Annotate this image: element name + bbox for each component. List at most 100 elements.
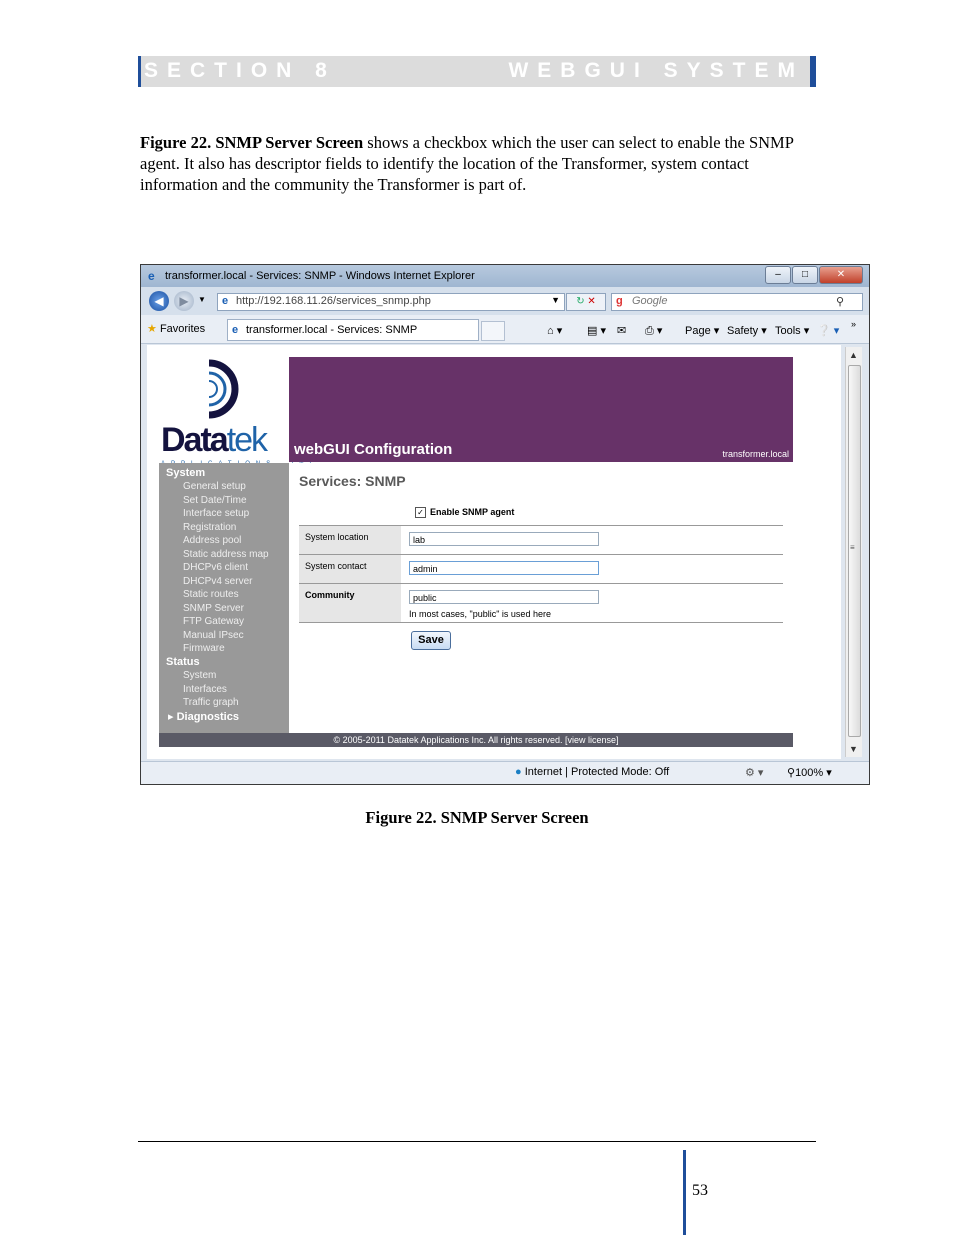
page-icon: e (222, 295, 229, 307)
logo-arc-icon (208, 359, 239, 419)
banner-title: webGUI Configuration (294, 441, 453, 458)
ie-icon: e (148, 269, 155, 283)
scroll-down-icon[interactable]: ▼ (849, 744, 858, 754)
sidebar-item-ftp-gateway[interactable]: FTP Gateway (183, 616, 244, 627)
safety-menu[interactable]: Safety ▾ (727, 324, 767, 337)
zoom-control[interactable]: ⚲100% ▾ (787, 766, 832, 779)
main-content: Services: SNMP ✓ Enable SNMP agent System… (289, 463, 793, 733)
system-location-label: System location (299, 526, 401, 555)
page-menu[interactable]: Page ▾ (685, 324, 719, 337)
search-placeholder: Google (632, 295, 668, 307)
checkbox-checked-icon[interactable]: ✓ (415, 507, 426, 519)
row-system-location: System location lab (299, 525, 783, 555)
sidebar-group-diagnostics[interactable]: ▸ Diagnostics (168, 710, 239, 723)
enable-snmp-checkbox[interactable]: ✓ Enable SNMP agent (415, 507, 515, 519)
search-icon[interactable]: ⚲ (836, 295, 844, 308)
tools-menu-label: Tools (775, 325, 801, 337)
zoom-level: 100% (795, 767, 824, 779)
figure-caption: Figure 22. SNMP Server Screen (365, 808, 589, 827)
address-bar[interactable]: e http://192.168.11.26/services_snmp.php… (217, 293, 565, 311)
header-accent-right (810, 56, 816, 87)
sidebar-item-static-routes[interactable]: Static routes (183, 589, 239, 600)
url-text: http://192.168.11.26/services_snmp.php (236, 295, 431, 307)
new-tab-button[interactable] (481, 321, 505, 341)
sidebar-group-status: Status (166, 656, 200, 668)
sidebar-nav: System General setup Set Date/Time Inter… (159, 463, 289, 733)
sidebar-item-static-address-map[interactable]: Static address map (183, 549, 269, 560)
row-system-contact: System contact admin (299, 554, 783, 584)
close-button[interactable]: ✕ (819, 266, 863, 284)
figure-reference: Figure 22. SNMP Server Screen (140, 133, 364, 152)
community-input[interactable]: public (409, 590, 599, 604)
address-toolbar: ◀ ▶ ▼ e http://192.168.11.26/services_sn… (141, 287, 869, 315)
print-icon[interactable]: ⎙ ▾ (645, 324, 662, 338)
maximize-button[interactable]: □ (792, 266, 818, 284)
app-footer: © 2005-2011 Datatek Applications Inc. Al… (159, 733, 793, 747)
tab-title: transformer.local - Services: SNMP (246, 324, 418, 336)
refresh-button[interactable]: ↻ ✕ (566, 293, 606, 311)
back-button[interactable]: ◀ (149, 291, 169, 311)
tools-menu[interactable]: Tools ▾ (775, 324, 809, 337)
sidebar-item-general-setup[interactable]: General setup (183, 481, 246, 492)
sidebar-item-dhcpv6-client[interactable]: DHCPv6 client (183, 562, 248, 573)
sidebar-group-system: System (166, 467, 206, 479)
search-box[interactable]: g Google ⚲ (611, 293, 863, 311)
security-zone[interactable]: ● Internet | Protected Mode: Off (515, 766, 669, 778)
sidebar-item-interfaces[interactable]: Interfaces (183, 684, 227, 695)
home-icon[interactable]: ⌂ ▾ (547, 324, 562, 337)
favorites-bar: ★ Favorites e transformer.local - Servic… (141, 315, 869, 344)
section-header: SECTION 8 WEBGUI SYSTEM (138, 56, 816, 87)
diagnostics-label: Diagnostics (176, 711, 239, 723)
mail-icon[interactable]: ✉ (617, 324, 626, 337)
community-label: Community (299, 584, 401, 622)
footer-rule (138, 1141, 816, 1142)
enable-snmp-label: Enable SNMP agent (430, 507, 515, 517)
safety-menu-label: Safety (727, 325, 759, 337)
window-titlebar: e transformer.local - Services: SNMP - W… (141, 265, 869, 287)
protected-mode-icon[interactable]: ⚙ ▾ (745, 766, 763, 779)
system-contact-input[interactable]: admin (409, 561, 599, 575)
feeds-icon[interactable]: ▤ ▾ (587, 324, 606, 337)
star-icon: ★ (147, 323, 157, 335)
sidebar-item-traffic-graph[interactable]: Traffic graph (183, 697, 239, 708)
header-accent-left (138, 56, 141, 87)
page-viewport: Datatek APPLICATIONS, INC webGUI Configu… (147, 345, 841, 759)
help-icon[interactable]: ❔ ▾ (817, 324, 839, 337)
page-number-accent (683, 1150, 686, 1235)
forward-button[interactable]: ▶ (174, 291, 194, 311)
section-label: SECTION 8 (144, 59, 336, 82)
favorites-button[interactable]: ★ Favorites (147, 322, 205, 335)
vertical-scrollbar[interactable]: ▲ ≡ ▼ (845, 347, 862, 757)
sidebar-item-dhcpv4-server[interactable]: DHCPv4 server (183, 576, 252, 587)
sidebar-item-address-pool[interactable]: Address pool (183, 535, 241, 546)
minimize-button[interactable]: – (765, 266, 791, 284)
globe-icon: ● (515, 766, 522, 778)
logo-word-tek: tek (226, 421, 268, 459)
sidebar-item-firmware[interactable]: Firmware (183, 643, 225, 654)
tab-icon: e (232, 324, 239, 336)
favorites-label: Favorites (159, 323, 206, 335)
sidebar-item-status-system[interactable]: System (183, 670, 216, 681)
system-contact-label: System contact (299, 555, 401, 584)
triangle-right-icon: ▸ (168, 711, 174, 723)
hostname-label: transformer.local (722, 449, 789, 459)
save-button[interactable]: Save (411, 631, 451, 650)
chevron-more-icon[interactable]: » (851, 319, 856, 329)
sidebar-item-interface-setup[interactable]: Interface setup (183, 508, 249, 519)
stop-icon[interactable]: ✕ (587, 296, 595, 307)
browser-tab[interactable]: e transformer.local - Services: SNMP (227, 319, 479, 341)
row-community: Community public In most cases, "public"… (299, 583, 783, 623)
page-menu-label: Page (685, 325, 711, 337)
community-hint: In most cases, "public" is used here (409, 609, 551, 619)
sidebar-item-registration[interactable]: Registration (183, 522, 236, 533)
system-location-input[interactable]: lab (409, 532, 599, 546)
scroll-up-icon[interactable]: ▲ (849, 350, 858, 360)
url-dropdown-icon[interactable]: ▼ (551, 295, 560, 305)
history-dropdown-icon[interactable]: ▼ (198, 295, 206, 304)
section-title: WEBGUI SYSTEM (508, 59, 804, 82)
browser-screenshot: e transformer.local - Services: SNMP - W… (140, 264, 870, 785)
sidebar-item-snmp-server[interactable]: SNMP Server (183, 603, 244, 614)
sidebar-item-set-date-time[interactable]: Set Date/Time (183, 495, 247, 506)
sidebar-item-manual-ipsec[interactable]: Manual IPsec (183, 630, 244, 641)
window-title: transformer.local - Services: SNMP - Win… (165, 270, 475, 282)
